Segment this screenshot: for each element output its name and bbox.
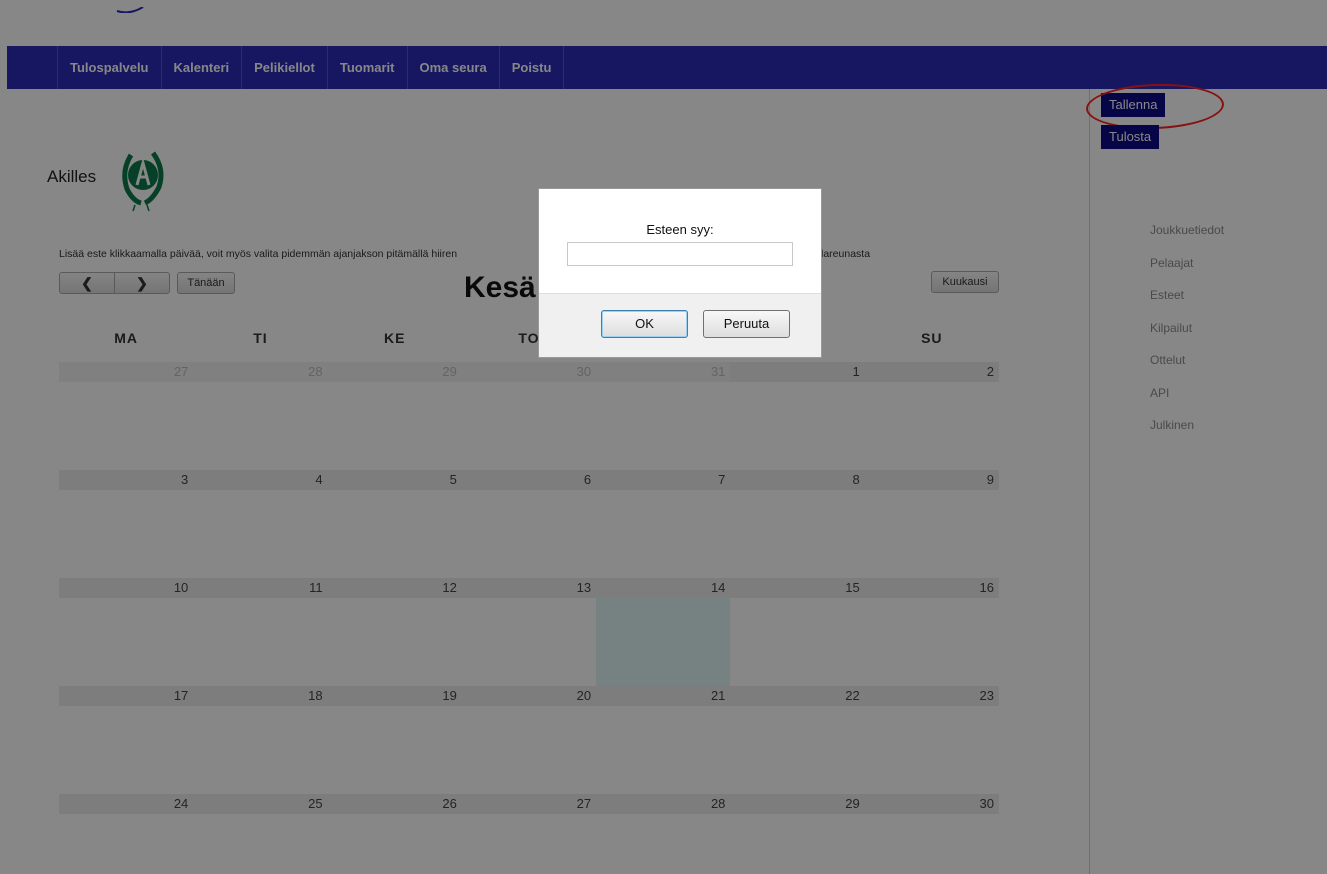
obstacle-reason-dialog: Esteen syy: OK Peruuta — [538, 188, 822, 358]
cancel-button[interactable]: Peruuta — [703, 310, 790, 338]
obstacle-reason-input[interactable] — [567, 242, 793, 266]
modal-overlay — [0, 0, 1327, 874]
dialog-label: Esteen syy: — [646, 222, 714, 237]
ok-button[interactable]: OK — [601, 310, 688, 338]
